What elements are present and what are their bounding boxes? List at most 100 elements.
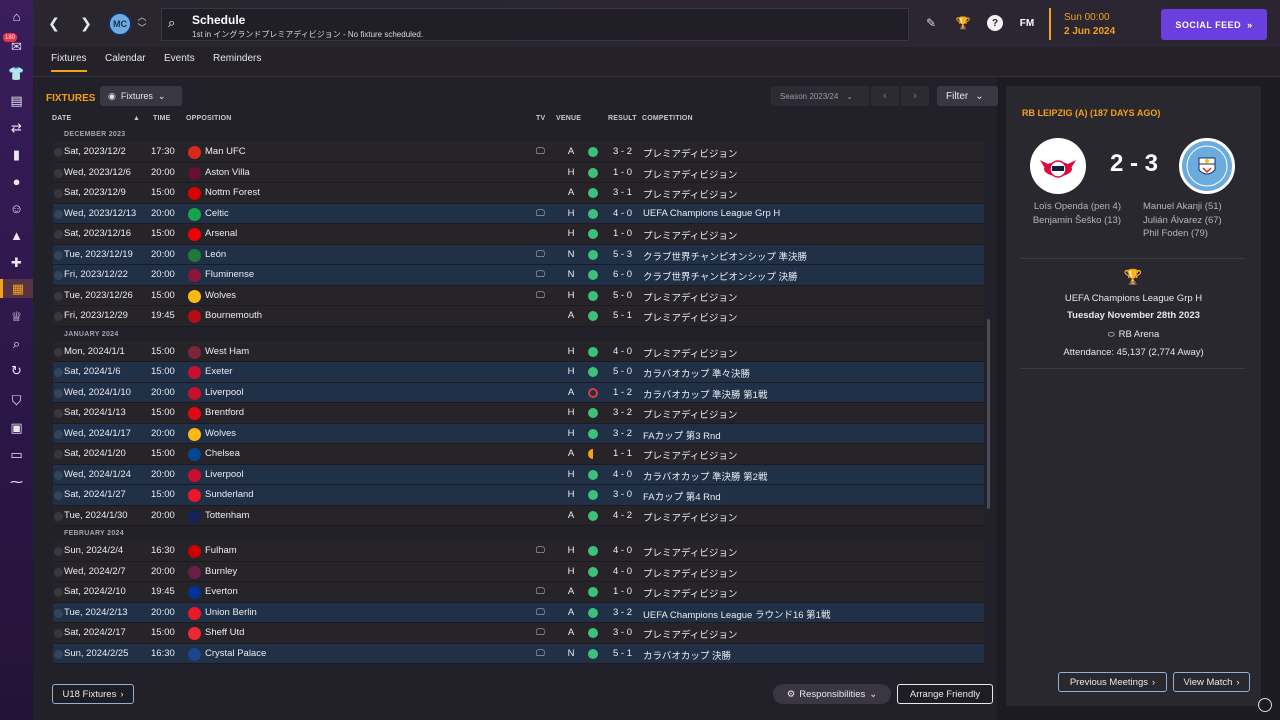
fixture-competition[interactable]: カラバオカップ 準決勝 第2戦	[643, 469, 767, 483]
row-select-circle[interactable]	[54, 491, 63, 500]
row-select-circle[interactable]	[54, 189, 63, 198]
fixture-row[interactable]: Sat, 2023/12/16 15:00 Arsenal H 1 - 0 プレミアディビ…	[53, 224, 984, 245]
dynamics-icon[interactable]: ▮	[7, 145, 26, 164]
col-competition[interactable]: COMPETITION	[642, 115, 693, 122]
fixture-competition[interactable]: プレミアディビジョン	[643, 448, 737, 462]
fixture-score[interactable]: 3 - 2	[613, 428, 632, 439]
row-select-circle[interactable]	[54, 450, 63, 459]
fixture-competition[interactable]: プレミアディビジョン	[643, 545, 737, 559]
fixture-opponent[interactable]: Man UFC	[205, 146, 246, 157]
fixture-score[interactable]: 5 - 3	[613, 249, 632, 260]
row-select-circle[interactable]	[54, 649, 63, 659]
fixture-competition[interactable]: カラバオカップ 準決勝 第1戦	[643, 387, 767, 401]
col-date[interactable]: DATE	[52, 115, 71, 122]
tactics-icon[interactable]: ▤	[7, 91, 26, 110]
fixture-row[interactable]: Fri, 2023/12/22 20:00 Fluminense 🖵 N 6 - 0 クラブ…	[53, 265, 984, 286]
fm-logo[interactable]: FM	[1017, 15, 1037, 31]
fixture-score[interactable]: 1 - 0	[613, 228, 632, 239]
fixture-competition[interactable]: プレミアディビジョン	[643, 510, 737, 524]
fixture-score[interactable]: 6 - 0	[613, 269, 632, 280]
trophy-header-icon[interactable]: 🏆	[955, 15, 971, 31]
fixture-competition[interactable]: カラバオカップ 準々決勝	[643, 366, 750, 380]
previous-meetings-button[interactable]: Previous Meetings ›	[1058, 672, 1167, 692]
sort-arrow-icon[interactable]: ▲	[133, 115, 140, 122]
fixture-score[interactable]: 3 - 2	[613, 146, 632, 157]
row-select-circle[interactable]	[54, 209, 63, 219]
row-select-circle[interactable]	[54, 470, 63, 480]
view-dropdown[interactable]: ◉ Fixtures ⌄	[100, 86, 182, 106]
training-icon[interactable]: ▲	[7, 226, 26, 245]
home-scorer[interactable]: Benjamin Šeško (13)	[1033, 214, 1121, 228]
fixture-competition[interactable]: プレミアディビジョン	[643, 187, 737, 201]
fixture-competition[interactable]: FAカップ 第3 Rnd	[643, 428, 721, 442]
fixture-opponent[interactable]: Wolves	[205, 290, 236, 301]
fixture-competition[interactable]: プレミアディビジョン	[643, 310, 737, 324]
finances-icon[interactable]: ▣	[7, 418, 26, 437]
fixture-score[interactable]: 4 - 2	[613, 510, 632, 521]
row-select-circle[interactable]	[54, 388, 63, 398]
fixture-competition[interactable]: クラブ世界チャンピオンシップ 準決勝	[643, 249, 807, 263]
arrange-friendly-button[interactable]: Arrange Friendly	[897, 684, 993, 704]
row-select-circle[interactable]	[54, 168, 63, 178]
season-dropdown[interactable]: Season 2023/24 ⌄	[771, 86, 869, 106]
fixture-opponent[interactable]: Sunderland	[205, 489, 254, 500]
transfers-icon[interactable]: ⇄	[7, 118, 26, 137]
row-select-circle[interactable]	[54, 567, 63, 577]
fixture-row[interactable]: Wed, 2024/1/10 20:00 Liverpool A 1 - 2 カラバオカッ…	[53, 382, 984, 403]
fixture-score[interactable]: 5 - 1	[613, 310, 632, 321]
tab-reminders[interactable]: Reminders	[213, 53, 261, 70]
fixture-opponent[interactable]: Sheff Utd	[205, 627, 244, 638]
fixture-opponent[interactable]: Tottenham	[205, 510, 249, 521]
fixture-opponent[interactable]: Nottm Forest	[205, 187, 260, 198]
responsibilities-button[interactable]: ⚙ Responsibilities ⌄	[773, 684, 891, 704]
pitch-icon[interactable]: ⁓	[7, 472, 26, 491]
rb-leipzig-crest[interactable]	[1030, 138, 1086, 194]
fixture-opponent[interactable]: Wolves	[205, 428, 236, 439]
fixture-opponent[interactable]: West Ham	[205, 346, 249, 357]
search-nav-icon[interactable]: ⌕	[7, 334, 26, 353]
fixture-score[interactable]: 5 - 0	[613, 366, 632, 377]
view-match-button[interactable]: View Match ›	[1173, 672, 1250, 692]
fixture-row[interactable]: Sat, 2024/2/17 15:00 Sheff Utd 🖵 A 3 - 0 プレミアデ…	[53, 623, 984, 644]
fixture-row[interactable]: Sat, 2024/1/6 15:00 Exeter H 5 - 0 カラバオカップ 準々…	[53, 362, 984, 383]
fixture-score[interactable]: 5 - 1	[613, 648, 632, 659]
edit-icon[interactable]: ✎	[923, 15, 939, 31]
home-scorer[interactable]: Loïs Openda (pen 4)	[1033, 200, 1121, 214]
row-select-circle[interactable]	[54, 368, 63, 377]
refresh-icon[interactable]: ↻	[7, 361, 26, 380]
row-select-circle[interactable]	[54, 250, 63, 260]
fixture-row[interactable]: Sat, 2024/1/13 15:00 Brentford H 3 - 2 プレミアディ…	[53, 403, 984, 424]
fixture-score[interactable]: 3 - 2	[613, 407, 632, 418]
fixture-opponent[interactable]: Bournemouth	[205, 310, 262, 321]
filter-button[interactable]: Filter ⌄	[937, 86, 998, 106]
home-icon[interactable]: ⌂	[7, 7, 26, 26]
row-select-circle[interactable]	[54, 629, 63, 638]
fixture-opponent[interactable]: Crystal Palace	[205, 648, 266, 659]
row-select-circle[interactable]	[54, 608, 63, 618]
col-venue[interactable]: VENUE	[556, 115, 581, 122]
fixture-score[interactable]: 3 - 0	[613, 489, 632, 500]
fixture-row[interactable]: Wed, 2024/1/17 20:00 Wolves H 3 - 2 FAカップ 第3 …	[53, 423, 984, 444]
fixture-score[interactable]: 5 - 0	[613, 290, 632, 301]
fixture-competition[interactable]: プレミアディビジョン	[643, 627, 737, 641]
fixture-row[interactable]: Sat, 2024/1/27 15:00 Sunderland H 3 - 0 FAカップ…	[53, 485, 984, 506]
competitions-icon[interactable]: ♕	[7, 307, 26, 326]
help-icon[interactable]: ?	[987, 15, 1003, 31]
fixture-opponent[interactable]: Fluminense	[205, 269, 254, 280]
col-opposition[interactable]: OPPOSITION	[186, 115, 232, 122]
fixture-competition[interactable]: FAカップ 第4 Rnd	[643, 489, 721, 503]
fixture-competition[interactable]: カラバオカップ 決勝	[643, 648, 731, 662]
fixture-competition[interactable]: プレミアディビジョン	[643, 228, 737, 242]
fixture-opponent[interactable]: Burnley	[205, 566, 237, 577]
fixture-row[interactable]: Mon, 2024/1/1 15:00 West Ham H 4 - 0 プレミアディビジ…	[53, 341, 984, 362]
row-select-circle[interactable]	[54, 291, 63, 301]
fixture-opponent[interactable]: Exeter	[205, 366, 232, 377]
fixture-score[interactable]: 1 - 2	[613, 387, 632, 398]
match-stadium[interactable]: ⬭ RB Arena	[1006, 329, 1261, 340]
tab-events[interactable]: Events	[164, 53, 195, 70]
fixture-opponent[interactable]: Union Berlin	[205, 607, 257, 618]
fixture-competition[interactable]: プレミアディビジョン	[643, 167, 737, 181]
fixture-opponent[interactable]: Celtic	[205, 208, 229, 219]
fixture-opponent[interactable]: Chelsea	[205, 448, 240, 459]
man-city-crest[interactable]	[1179, 138, 1235, 194]
